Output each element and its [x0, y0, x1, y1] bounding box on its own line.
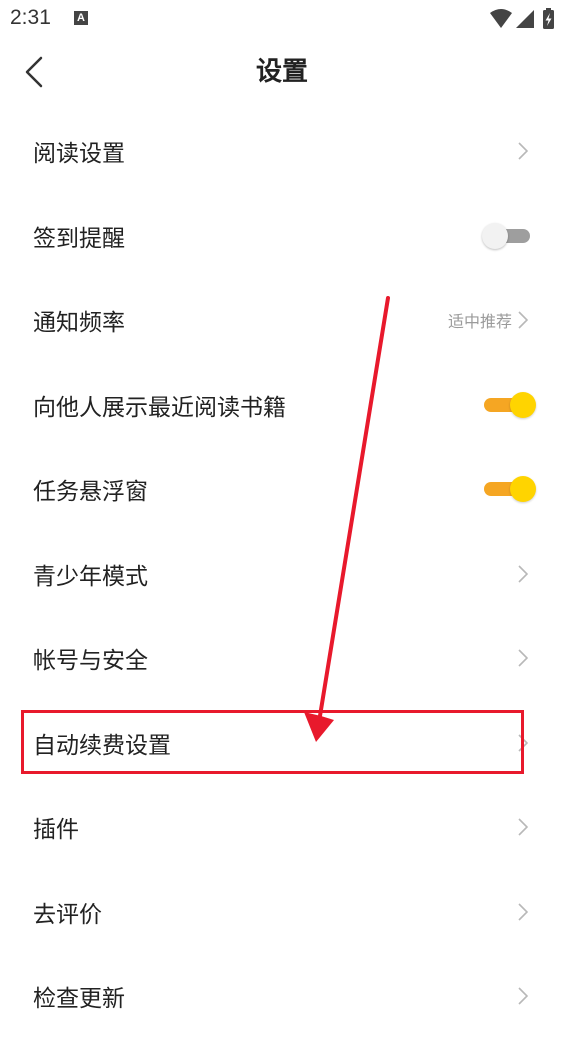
- settings-row-label: 青少年模式: [33, 563, 148, 590]
- chevron-right-icon: [518, 311, 528, 329]
- settings-row-label: 向他人展示最近阅读书籍: [33, 394, 286, 421]
- signal-icon: [516, 10, 534, 28]
- checkin-reminder-toggle[interactable]: [482, 222, 534, 249]
- settings-row-rate-app[interactable]: 去评价: [0, 870, 564, 955]
- battery-charging-icon: [543, 8, 554, 29]
- status-icons: [490, 8, 556, 30]
- settings-row-reading[interactable]: 阅读设置: [0, 109, 564, 194]
- settings-row-label: 插件: [33, 817, 79, 844]
- toggle-knob: [482, 222, 508, 249]
- chevron-right-icon: [518, 565, 528, 583]
- chevron-right-icon: [518, 734, 528, 752]
- settings-row-check-update[interactable]: 检查更新: [0, 954, 564, 1039]
- settings-row-label: 自动续费设置: [33, 732, 171, 759]
- status-time: 2:31: [10, 6, 51, 29]
- chevron-right-icon: [518, 987, 528, 1005]
- settings-row-label: 去评价: [33, 901, 102, 928]
- toggle-knob: [510, 391, 536, 418]
- settings-row-plugins[interactable]: 插件: [0, 785, 564, 870]
- page-title: 设置: [255, 57, 308, 87]
- chevron-right-icon: [518, 142, 528, 160]
- chevron-right-icon: [518, 818, 528, 836]
- toggle-knob: [510, 476, 536, 503]
- settings-row-account-security[interactable]: 帐号与安全: [0, 616, 564, 701]
- settings-row-auto-renewal[interactable]: 自动续费设置: [0, 701, 564, 786]
- status-bar: 2:31 A: [0, 0, 564, 40]
- nav-bar: 设置: [0, 40, 564, 108]
- accessibility-a-icon: A: [74, 11, 88, 25]
- settings-row-notification-frequency[interactable]: 通知频率 适中推荐: [0, 278, 564, 363]
- chevron-right-icon: [518, 903, 528, 921]
- chevron-right-icon: [518, 649, 528, 667]
- settings-row-label: 签到提醒: [33, 225, 125, 252]
- settings-row-label: 检查更新: [33, 986, 125, 1013]
- settings-row-label: 帐号与安全: [33, 648, 148, 675]
- settings-row-teen-mode[interactable]: 青少年模式: [0, 532, 564, 617]
- settings-row-label: 任务悬浮窗: [33, 479, 148, 506]
- settings-row-label: 通知频率: [33, 310, 125, 337]
- settings-row-label: 阅读设置: [33, 141, 125, 168]
- settings-row-task-floating-window: 任务悬浮窗: [0, 447, 564, 532]
- notification-frequency-value: 适中推荐: [447, 312, 512, 332]
- settings-list: 阅读设置 签到提醒 通知频率 适中推荐 向他人展示最近阅读书籍 任务悬浮窗 青少…: [0, 109, 564, 1039]
- show-recent-books-toggle[interactable]: [482, 391, 536, 418]
- task-floating-window-toggle[interactable]: [482, 476, 536, 503]
- settings-row-checkin-reminder: 签到提醒: [0, 194, 564, 279]
- wifi-icon: [490, 9, 512, 28]
- settings-row-show-recent-books: 向他人展示最近阅读书籍: [0, 363, 564, 448]
